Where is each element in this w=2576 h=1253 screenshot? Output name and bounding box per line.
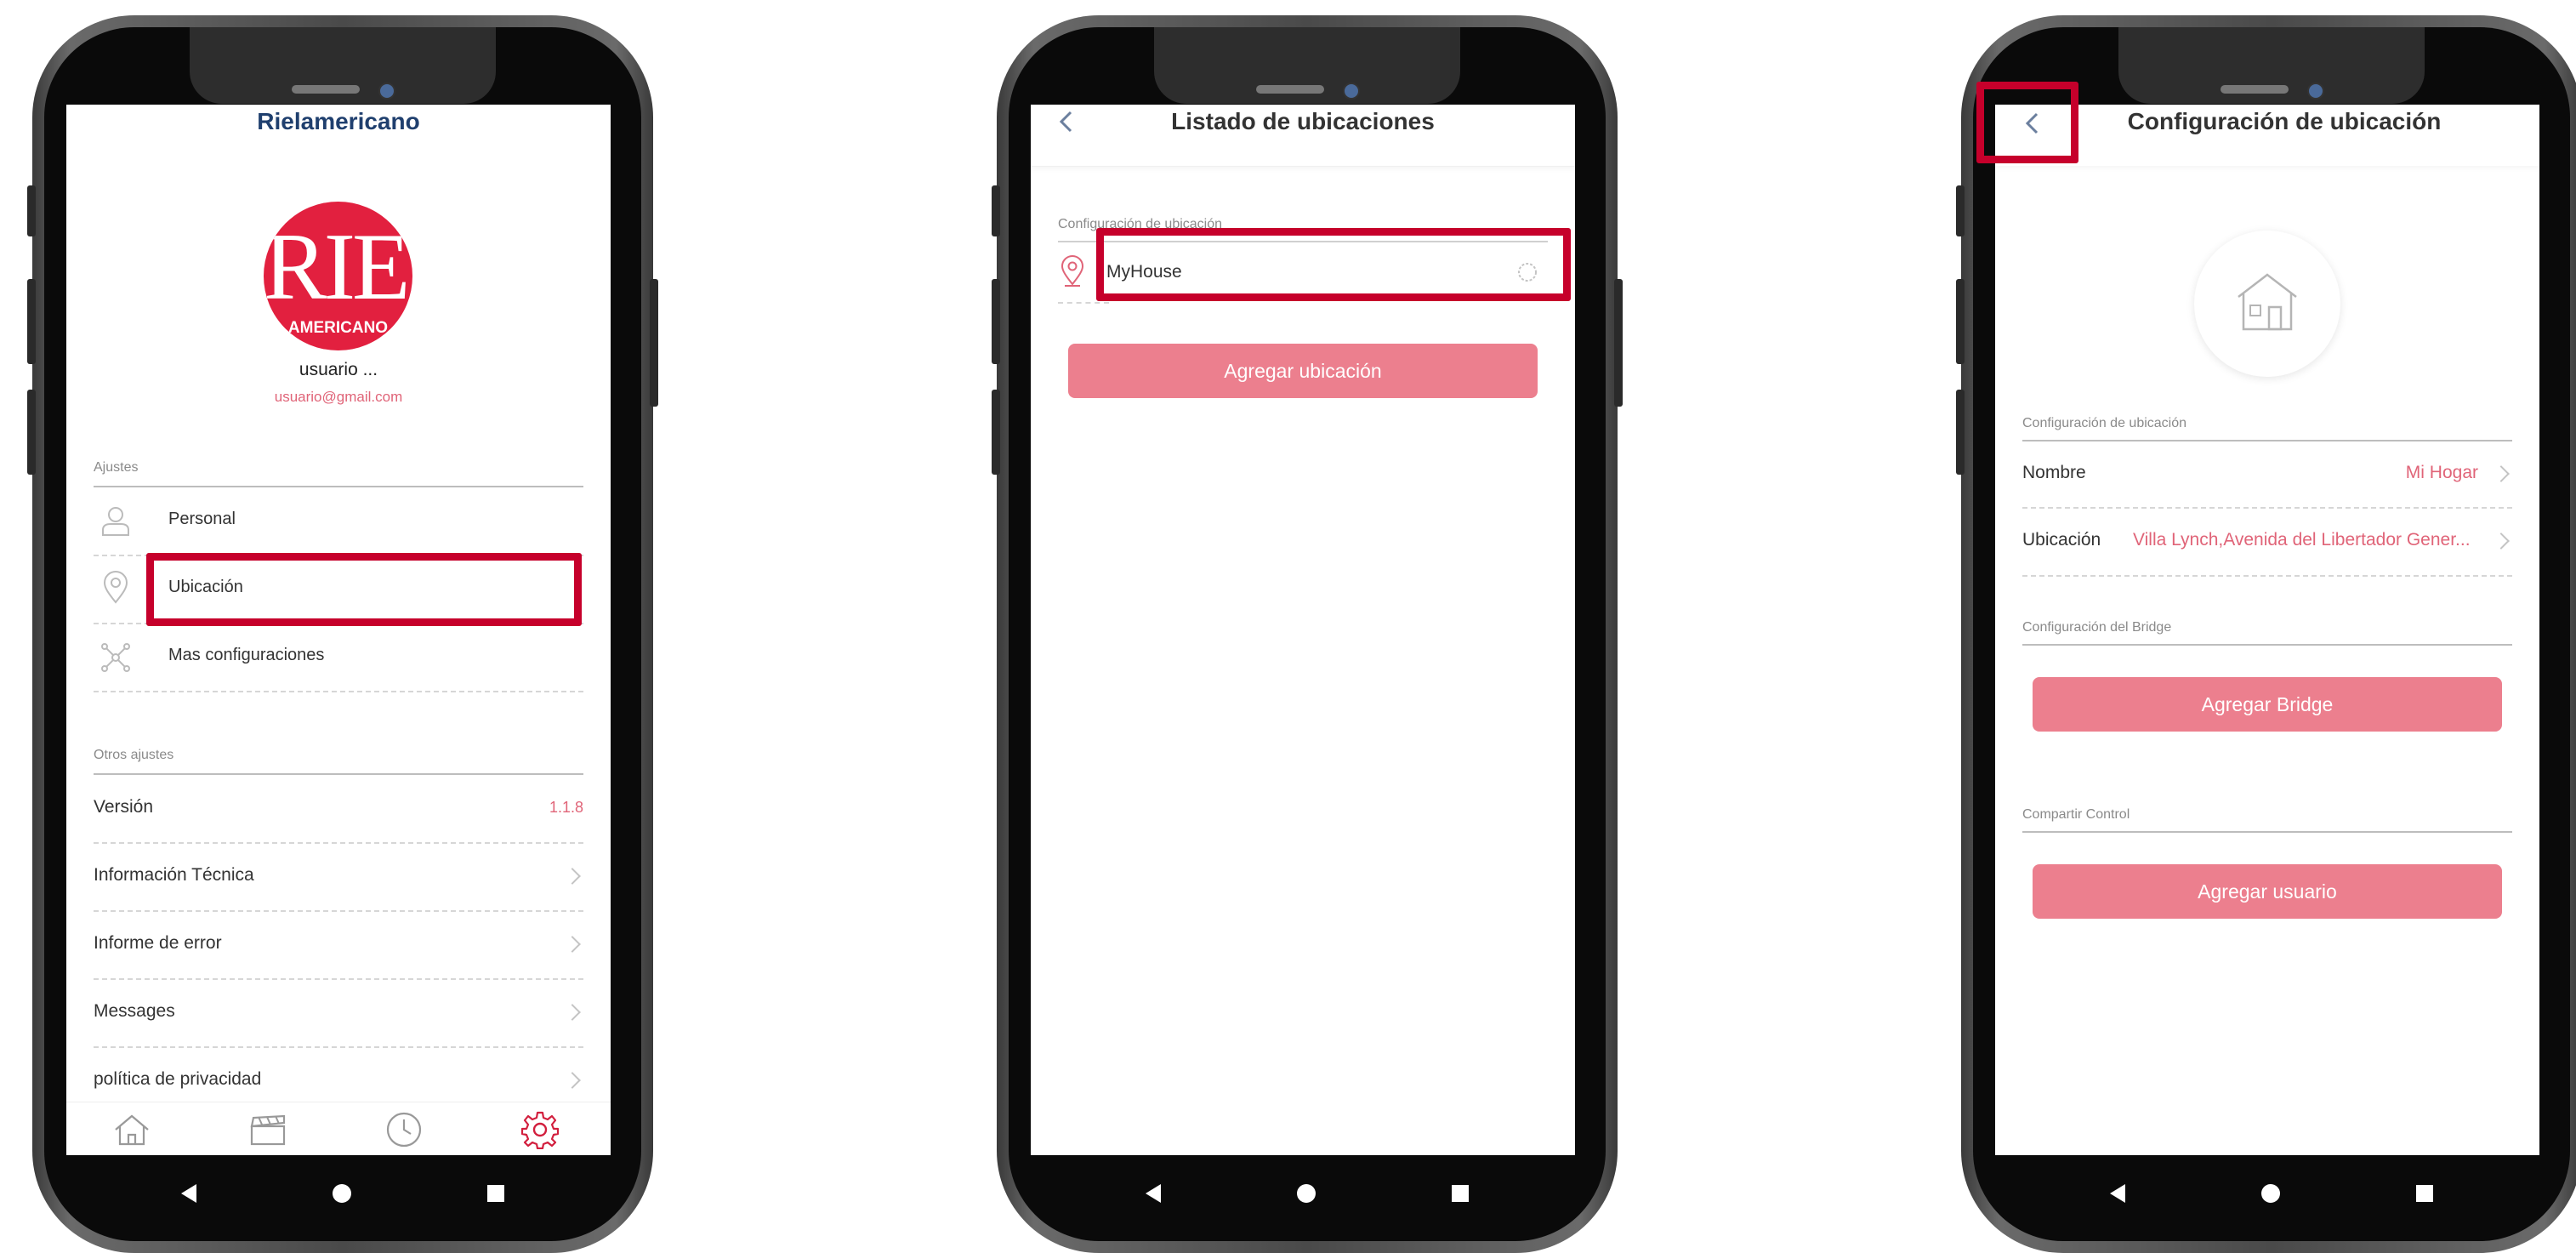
location-value: Villa Lynch,Avenida del Libertador Gener…	[2133, 530, 2471, 550]
page-title: Rielamericano	[257, 108, 420, 134]
user-email[interactable]: usuario@gmail.com	[66, 389, 611, 406]
section-config-bridge: Configuración del Bridge	[2022, 620, 2172, 635]
link-messages[interactable]: Messages	[94, 981, 583, 1045]
item-label-mas-configuraciones: Mas configuraciones	[168, 646, 325, 664]
location-pin-icon	[1061, 255, 1084, 287]
name-row[interactable]: Nombre Mi Hogar	[2022, 442, 2512, 507]
highlight-ubicacion	[146, 553, 582, 626]
brand-logo: RIEL AMERICANO	[264, 202, 412, 350]
link-label: Informe de error	[94, 933, 222, 953]
phone-frame-2: Listado de ubicaciones Configuración de …	[992, 15, 1623, 1253]
highlight-back-button	[1976, 82, 2078, 163]
section-compartir-control: Compartir Control	[2022, 807, 2130, 822]
logo-text-bottom: AMERICANO	[287, 319, 389, 337]
clock-icon[interactable]	[384, 1111, 424, 1148]
link-informacion-tecnica[interactable]: Información Técnica	[94, 845, 583, 909]
house-icon	[2238, 273, 2297, 331]
name-label: Nombre	[2022, 463, 2086, 482]
scenes-icon[interactable]	[248, 1113, 287, 1147]
link-label: política de privacidad	[94, 1069, 262, 1089]
settings-icon[interactable]	[520, 1110, 560, 1149]
page-title: Listado de ubicaciones	[1171, 108, 1435, 134]
bottom-tab-bar	[66, 1102, 611, 1155]
user-name: usuario ...	[299, 360, 378, 379]
settings-item-personal[interactable]: Personal	[94, 489, 583, 554]
phone-frame-3: Configuración de ubicación Configuración…	[1956, 15, 2576, 1253]
section-ajustes: Ajustes	[94, 460, 139, 475]
chevron-right-icon	[564, 1004, 581, 1021]
chevron-right-icon	[564, 936, 581, 953]
home-nav-icon[interactable]	[333, 1184, 351, 1203]
back-arrow-icon[interactable]	[1055, 110, 1078, 134]
recents-nav-icon[interactable]	[2416, 1185, 2433, 1202]
section-config-ubicacion: Configuración de ubicación	[2022, 416, 2187, 430]
system-nav-bar	[32, 1159, 653, 1227]
version-label: Versión	[94, 797, 154, 817]
add-location-button[interactable]: Agregar ubicación	[1068, 344, 1538, 398]
system-nav-bar	[1961, 1159, 2576, 1227]
chevron-right-icon	[2493, 465, 2510, 482]
chevron-right-icon	[2493, 533, 2510, 550]
version-row: Versión 1.1.8	[94, 777, 583, 841]
phone-frame-1: Rielamericano RIEL AMERICANO usuario ...…	[27, 15, 658, 1253]
home-nav-icon[interactable]	[2261, 1184, 2280, 1203]
system-nav-bar	[997, 1159, 1618, 1227]
home-nav-icon[interactable]	[1297, 1184, 1316, 1203]
chevron-right-icon	[564, 1072, 581, 1089]
location-row[interactable]: Ubicación Villa Lynch,Avenida del Libert…	[2022, 510, 2512, 574]
add-bridge-button[interactable]: Agregar Bridge	[2033, 677, 2502, 732]
location-label: Ubicación	[2022, 530, 2101, 550]
version-value: 1.1.8	[549, 799, 583, 816]
back-nav-icon[interactable]	[2110, 1184, 2125, 1203]
logo-text-top: RIEL	[264, 214, 412, 320]
recents-nav-icon[interactable]	[1452, 1185, 1469, 1202]
location-pin-icon	[103, 571, 128, 604]
settings-screen: Rielamericano RIEL AMERICANO usuario ...…	[66, 105, 611, 1155]
link-label: Messages	[94, 1001, 175, 1021]
highlight-myhouse	[1096, 228, 1571, 301]
recents-nav-icon[interactable]	[487, 1185, 504, 1202]
section-otros-ajustes: Otros ajustes	[94, 748, 174, 762]
chevron-right-icon	[564, 868, 581, 885]
home-icon[interactable]	[112, 1113, 151, 1147]
back-nav-icon[interactable]	[1146, 1184, 1161, 1203]
item-label-personal: Personal	[168, 510, 236, 528]
person-icon	[102, 507, 129, 536]
location-avatar[interactable]	[2194, 231, 2340, 377]
settings-item-mas-configuraciones[interactable]: Mas configuraciones	[94, 625, 583, 690]
location-config-screen: Configuración de ubicación Configuración…	[1995, 105, 2539, 1155]
back-nav-icon[interactable]	[181, 1184, 196, 1203]
add-user-button[interactable]: Agregar usuario	[2033, 864, 2502, 919]
link-informe-de-error[interactable]: Informe de error	[94, 913, 583, 977]
name-value: Mi Hogar	[2405, 463, 2478, 482]
page-title: Configuración de ubicación	[2127, 108, 2442, 134]
link-label: Información Técnica	[94, 865, 254, 885]
network-icon	[101, 643, 130, 672]
link-politica-de-privacidad[interactable]: política de privacidad	[94, 1049, 583, 1102]
